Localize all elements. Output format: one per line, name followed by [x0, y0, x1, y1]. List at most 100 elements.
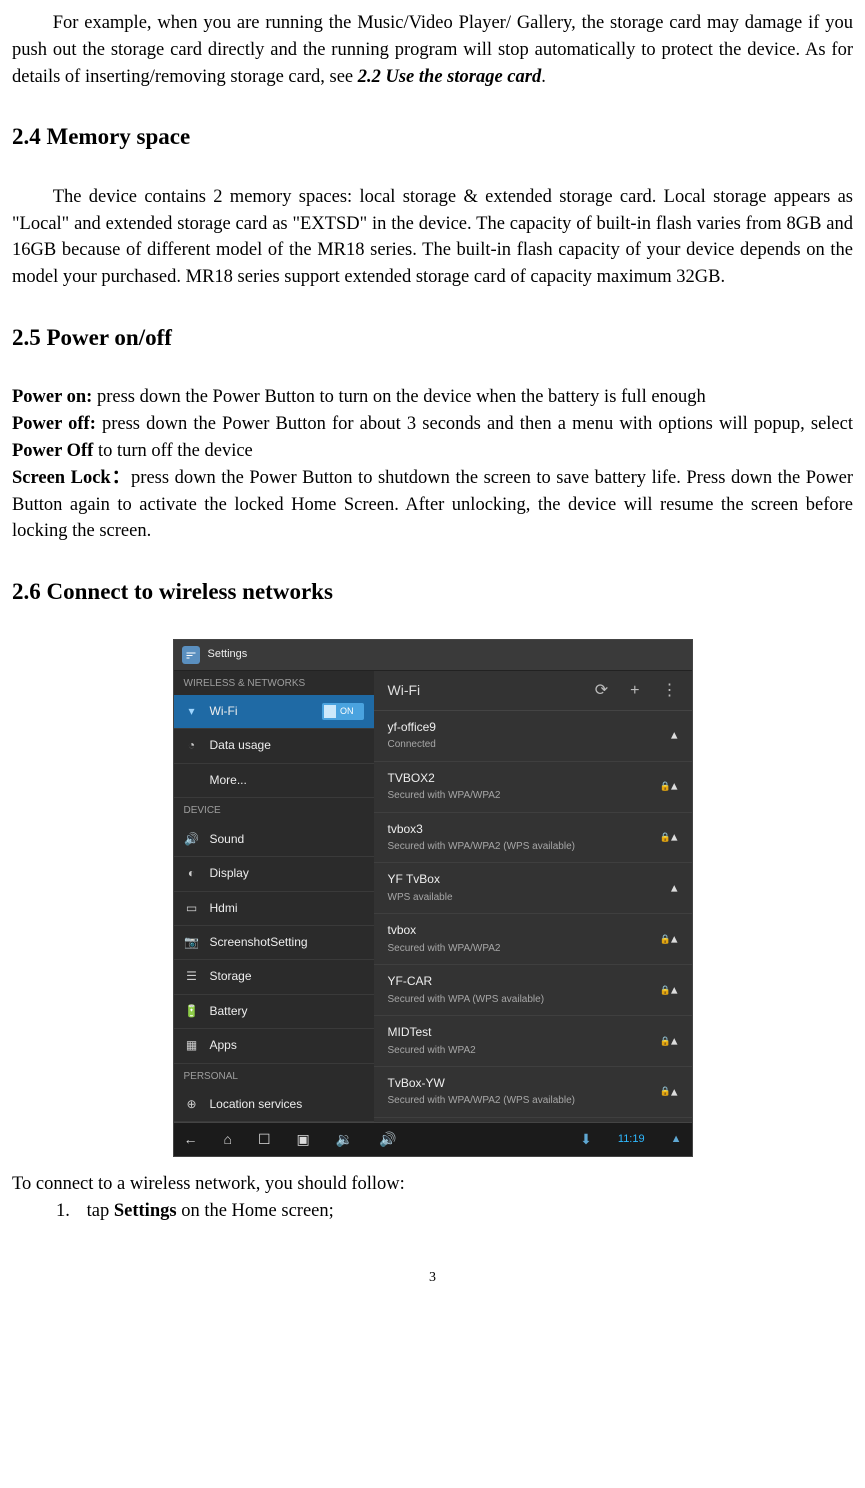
- intro-text-end: .: [541, 67, 546, 87]
- lock-icon: 🔒: [660, 1035, 671, 1048]
- sidebar-item-display[interactable]: ◐ Display: [174, 857, 374, 891]
- android-settings-window: Settings WIRELESS & NETWORKS ▾ Wi-Fi ON …: [173, 639, 693, 1157]
- wifi-signal-icon: 🔒▾: [660, 1032, 678, 1051]
- wifi-network-name: YF TvBox: [388, 871, 453, 888]
- wifi-signal-icon: 🔒▾: [660, 981, 678, 1000]
- recent-apps-icon[interactable]: ☐: [258, 1129, 271, 1149]
- wifi-network-name: TVBOX2: [388, 770, 501, 787]
- storage-icon: ☰: [184, 968, 200, 985]
- sidebar-item-more[interactable]: More...: [174, 764, 374, 798]
- section-2-5-body: Power on: press down the Power Button to…: [12, 384, 853, 545]
- wifi-network-row[interactable]: yf-office9Connected▾: [374, 711, 692, 762]
- section-2-4-title: 2.4 Memory space: [12, 120, 853, 153]
- wifi-network-status: Secured with WPA2: [388, 1044, 476, 1059]
- settings-sidebar: WIRELESS & NETWORKS ▾ Wi-Fi ON ◔ Data us…: [174, 671, 374, 1123]
- power-off-text-after: to turn off the device: [93, 441, 252, 461]
- sidebar-item-screenshot-setting[interactable]: 📷 ScreenshotSetting: [174, 926, 374, 960]
- add-network-icon[interactable]: +: [630, 679, 639, 702]
- wifi-network-row[interactable]: tvbox3Secured with WPA/WPA2 (WPS availab…: [374, 813, 692, 864]
- wifi-network-status: Secured with WPA (WPS available): [388, 993, 545, 1008]
- step-number: 1.: [56, 1198, 82, 1225]
- wifi-network-row[interactable]: YF-CAR Secured with WPA (WPS available) 🔒▾: [374, 965, 692, 1016]
- screen-lock-text: press down the Power Button to shutdown …: [12, 468, 853, 542]
- sidebar-item-label: Apps: [210, 1037, 364, 1054]
- display-icon: ◐: [184, 865, 200, 882]
- wifi-signal-icon: ▾: [671, 726, 678, 745]
- sidebar-item-data-usage[interactable]: ◔ Data usage: [174, 729, 374, 763]
- lock-icon: 🔒: [660, 831, 671, 844]
- wifi-signal-icon: 🔒▾: [660, 1083, 678, 1102]
- sidebar-item-label: ScreenshotSetting: [210, 934, 364, 951]
- android-navbar: ← ⌂ ☐ ▣ 🔉 🔊 ⬇ 11:19 ▲: [174, 1122, 692, 1155]
- wifi-network-status: Secured with WPA/WPA2: [388, 789, 501, 804]
- screen-lock-label: Screen Lock：: [12, 468, 131, 488]
- section-2-5-title: 2.5 Power on/off: [12, 321, 853, 354]
- wifi-network-name: TvBox-YW: [388, 1075, 575, 1092]
- wifi-network-name: yf-office9: [388, 719, 436, 736]
- wifi-icon: ▾: [184, 703, 200, 720]
- settings-app-title: Settings: [208, 647, 248, 663]
- wifi-signal-icon: 🔒▾: [660, 930, 678, 949]
- wifi-network-status: WPS available: [388, 891, 453, 906]
- sidebar-item-label: Location services: [210, 1096, 364, 1113]
- lock-icon: 🔒: [660, 933, 671, 946]
- power-off-text-before: press down the Power Button for about 3 …: [96, 414, 853, 434]
- step-text-after: on the Home screen;: [177, 1201, 334, 1221]
- sidebar-category-device: DEVICE: [174, 798, 374, 823]
- wifi-status-icon: ▲: [671, 1132, 682, 1148]
- sidebar-item-wifi[interactable]: ▾ Wi-Fi ON: [174, 695, 374, 729]
- overflow-menu-icon[interactable]: ⋮: [662, 679, 678, 702]
- wifi-network-row[interactable]: TVBOX2Secured with WPA/WPA2🔒▾: [374, 762, 692, 813]
- wifi-network-name: MIDTest: [388, 1024, 476, 1041]
- power-on-label: Power on:: [12, 387, 92, 407]
- connect-instructions-intro: To connect to a wireless network, you sh…: [12, 1171, 853, 1198]
- wifi-network-name: tvbox: [388, 922, 501, 939]
- wifi-network-row[interactable]: YF TvBoxWPS available▾: [374, 863, 692, 914]
- wifi-network-list: yf-office9Connected▾ TVBOX2 Secured with W…: [374, 711, 692, 1118]
- sidebar-item-label: Battery: [210, 1003, 364, 1020]
- sidebar-item-storage[interactable]: ☰ Storage: [174, 960, 374, 994]
- clock-time: 11:19: [618, 1132, 645, 1148]
- apps-icon: ▦: [184, 1037, 200, 1054]
- sound-icon: 🔊: [184, 831, 200, 848]
- download-indicator-icon: ⬇: [580, 1129, 592, 1149]
- battery-icon: 🔋: [184, 1003, 200, 1020]
- sidebar-item-label: More...: [210, 772, 364, 789]
- volume-down-icon[interactable]: 🔉: [336, 1129, 353, 1149]
- step-bold: Settings: [114, 1201, 177, 1221]
- location-icon: ⊕: [184, 1096, 200, 1113]
- sidebar-item-apps[interactable]: ▦ Apps: [174, 1029, 374, 1063]
- sidebar-item-location[interactable]: ⊕ Location services: [174, 1088, 374, 1122]
- sidebar-item-sound[interactable]: 🔊 Sound: [174, 823, 374, 857]
- step-1: 1. tap Settings on the Home screen;: [12, 1198, 853, 1225]
- power-off-bold: Power Off: [12, 441, 93, 461]
- wifi-network-row[interactable]: TvBox-YWSecured with WPA/WPA2 (WPS avail…: [374, 1067, 692, 1118]
- scan-icon[interactable]: ⟳: [595, 679, 608, 702]
- data-usage-icon: ◔: [184, 737, 200, 754]
- intro-paragraph: For example, when you are running the Mu…: [12, 10, 853, 90]
- sidebar-item-label: Wi-Fi: [210, 703, 313, 720]
- page-number: 3: [12, 1268, 853, 1288]
- sidebar-item-hdmi[interactable]: ▭ Hdmi: [174, 892, 374, 926]
- wifi-network-name: tvbox3: [388, 821, 575, 838]
- sidebar-item-label: Hdmi: [210, 900, 364, 917]
- power-on-line: Power on: press down the Power Button to…: [12, 384, 853, 411]
- volume-up-icon[interactable]: 🔊: [379, 1129, 396, 1149]
- screen-lock-line: Screen Lock：press down the Power Button …: [12, 465, 853, 545]
- section-2-6-title: 2.6 Connect to wireless networks: [12, 575, 853, 608]
- wifi-network-row[interactable]: tvboxSecured with WPA/WPA2🔒▾: [374, 914, 692, 965]
- step-text-before: tap: [87, 1201, 114, 1221]
- sidebar-item-battery[interactable]: 🔋 Battery: [174, 995, 374, 1029]
- wifi-toggle-on[interactable]: ON: [322, 703, 364, 720]
- wifi-network-row[interactable]: MIDTest Secured with WPA2 🔒▾: [374, 1016, 692, 1067]
- hdmi-icon: ▭: [184, 900, 200, 917]
- lock-icon: 🔒: [660, 1085, 671, 1098]
- sidebar-category-personal: PERSONAL: [174, 1064, 374, 1089]
- home-icon[interactable]: ⌂: [224, 1129, 232, 1149]
- back-icon[interactable]: ←: [184, 1129, 198, 1149]
- wifi-network-name: YF-CAR: [388, 973, 545, 990]
- wifi-signal-icon: 🔒▾: [660, 828, 678, 847]
- wifi-panel-title: Wi-Fi: [388, 680, 421, 700]
- screenshot-icon[interactable]: ▣: [297, 1129, 310, 1149]
- power-on-text: press down the Power Button to turn on t…: [92, 387, 705, 407]
